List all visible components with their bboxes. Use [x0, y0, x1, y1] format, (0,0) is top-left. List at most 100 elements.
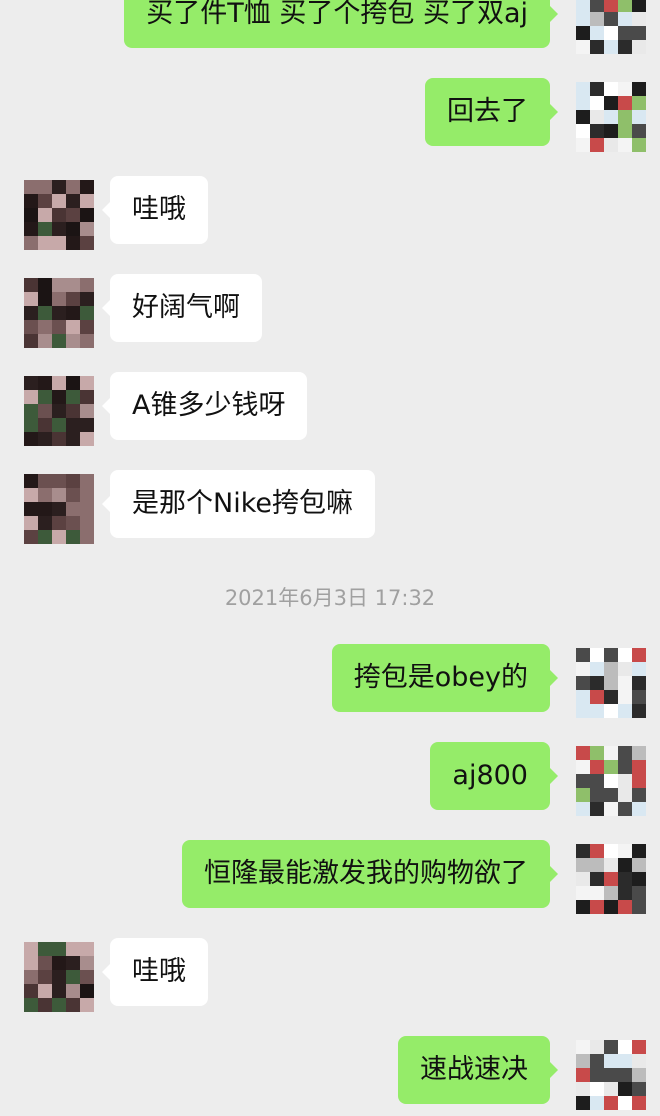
contact-avatar[interactable] [24, 278, 94, 348]
contact-avatar[interactable] [24, 376, 94, 446]
avatar-pixel [632, 900, 646, 914]
message-bubble-incoming[interactable]: 哇哦 [102, 938, 208, 1006]
self-avatar[interactable] [576, 746, 646, 816]
avatar-pixel [632, 844, 646, 858]
avatar-pixel [66, 390, 80, 404]
avatar-pixel [52, 194, 66, 208]
avatar-pixel [618, 1040, 632, 1054]
avatar-pixel [52, 278, 66, 292]
contact-avatar[interactable] [24, 474, 94, 544]
avatar-pixel [52, 516, 66, 530]
avatar-pixel [66, 334, 80, 348]
message-bubble-incoming[interactable]: 好阔气啊 [102, 274, 262, 342]
avatar-pixel [576, 0, 590, 12]
avatar-pixel [38, 180, 52, 194]
avatar-pixel [590, 774, 604, 788]
avatar-pixel [632, 872, 646, 886]
avatar-pixel [52, 474, 66, 488]
avatar-pixel [66, 194, 80, 208]
avatar-pixel [80, 998, 94, 1012]
avatar-pixel [38, 292, 52, 306]
avatar-pixel [618, 886, 632, 900]
message-bubble-incoming[interactable]: 哇哦 [102, 176, 208, 244]
avatar-pixel [80, 180, 94, 194]
self-avatar[interactable] [576, 844, 646, 914]
message-row: 挎包是obey的 [0, 644, 660, 718]
avatar-pixel [38, 488, 52, 502]
self-avatar[interactable] [576, 82, 646, 152]
avatar-pixel [618, 788, 632, 802]
avatar-pixel [632, 40, 646, 54]
contact-avatar[interactable] [24, 180, 94, 250]
avatar-pixel [590, 900, 604, 914]
contact-avatar[interactable] [24, 942, 94, 1012]
avatar-pixel [618, 872, 632, 886]
avatar-pixel [632, 774, 646, 788]
avatar-pixel [618, 648, 632, 662]
avatar-pixel [618, 900, 632, 914]
self-avatar[interactable] [576, 648, 646, 718]
avatar-pixel [52, 418, 66, 432]
avatar-pixel [618, 844, 632, 858]
avatar-pixel [38, 984, 52, 998]
avatar-pixel [590, 40, 604, 54]
avatar-pixel [38, 516, 52, 530]
avatar-pixel [66, 180, 80, 194]
avatar-pixel [618, 746, 632, 760]
self-avatar[interactable] [576, 1040, 646, 1110]
avatar-pixel [590, 12, 604, 26]
avatar-pixel [24, 942, 38, 956]
avatar-pixel [80, 474, 94, 488]
avatar-pixel [66, 488, 80, 502]
avatar-pixel [38, 334, 52, 348]
avatar-pixel [604, 82, 618, 96]
avatar-pixel [590, 96, 604, 110]
message-bubble-outgoing[interactable]: 回去了 [425, 78, 558, 146]
avatar-pixel [618, 0, 632, 12]
message-bubble-outgoing[interactable]: 速战速决 [398, 1036, 558, 1104]
avatar-pixel [618, 96, 632, 110]
avatar-pixel [66, 222, 80, 236]
self-avatar[interactable] [576, 0, 646, 54]
message-bubble-outgoing[interactable]: aj800 [430, 742, 558, 810]
avatar-pixel [38, 194, 52, 208]
message-bubble-outgoing[interactable]: 买了件T恤 买了个挎包 买了双aj [124, 0, 558, 48]
avatar-pixel [632, 704, 646, 718]
message-bubble-incoming[interactable]: 是那个Nike挎包嘛 [102, 470, 375, 538]
avatar-pixel [618, 858, 632, 872]
avatar-pixel [576, 12, 590, 26]
avatar-pixel [632, 676, 646, 690]
avatar-pixel [590, 1082, 604, 1096]
avatar-pixel [632, 96, 646, 110]
avatar-pixel [576, 690, 590, 704]
avatar-pixel [52, 956, 66, 970]
avatar-pixel [52, 334, 66, 348]
avatar-pixel [590, 0, 604, 12]
avatar-pixel [24, 956, 38, 970]
avatar-pixel [618, 1082, 632, 1096]
avatar-pixel [52, 984, 66, 998]
avatar-pixel [38, 306, 52, 320]
avatar-pixel [80, 432, 94, 446]
avatar-pixel [618, 12, 632, 26]
message-bubble-incoming[interactable]: A锥多少钱呀 [101, 372, 308, 440]
avatar-pixel [66, 236, 80, 250]
avatar-pixel [576, 26, 590, 40]
avatar-pixel [576, 40, 590, 54]
avatar-pixel [80, 390, 94, 404]
chat-message-list[interactable]: 买了件T恤 买了个挎包 买了双aj 回去了 哇哦 好阔气啊 A锥多少钱呀 是那个… [0, 0, 660, 1116]
avatar-pixel [24, 488, 38, 502]
avatar-pixel [66, 376, 80, 390]
message-row: A锥多少钱呀 [0, 372, 660, 446]
avatar-pixel [604, 662, 618, 676]
avatar-pixel [66, 970, 80, 984]
avatar-pixel [604, 676, 618, 690]
avatar-pixel [24, 236, 38, 250]
avatar-pixel [590, 124, 604, 138]
avatar-pixel [576, 1068, 590, 1082]
avatar-pixel [80, 942, 94, 956]
avatar-pixel [66, 516, 80, 530]
message-bubble-outgoing[interactable]: 挎包是obey的 [331, 644, 559, 712]
avatar-pixel [52, 404, 66, 418]
message-bubble-outgoing[interactable]: 恒隆最能激发我的购物欲了 [182, 840, 558, 908]
